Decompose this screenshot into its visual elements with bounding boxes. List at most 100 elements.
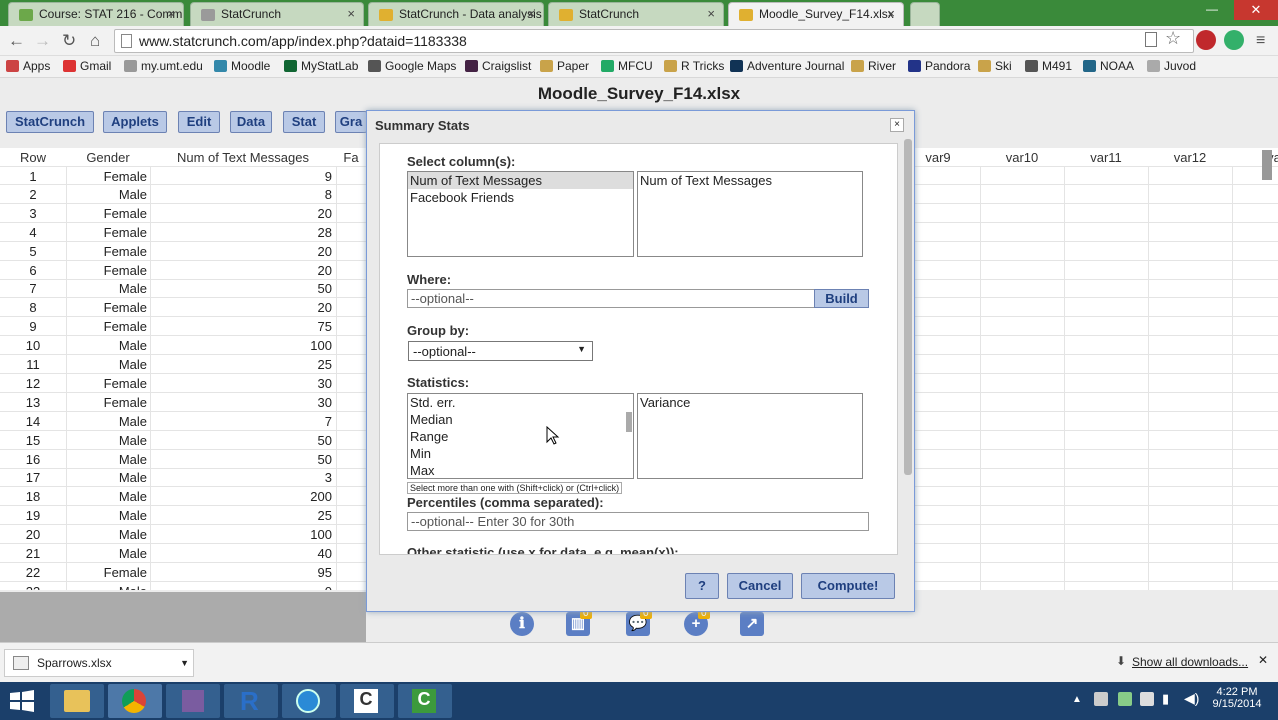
extension-icon[interactable] xyxy=(1196,30,1216,50)
gender-cell[interactable]: Male xyxy=(66,489,150,504)
percentiles-input[interactable]: --optional-- Enter 30 for 30th xyxy=(407,512,869,531)
bookmark-item[interactable]: Ski xyxy=(978,59,1012,73)
gender-cell[interactable]: Male xyxy=(66,433,150,448)
bookmark-item[interactable]: Adventure Journal xyxy=(730,59,844,73)
gender-cell[interactable]: Female xyxy=(66,244,150,259)
statistics-options-list[interactable]: Std. err. Median Range Min Max xyxy=(407,393,634,479)
star-icon[interactable]: ☆ xyxy=(1165,28,1181,49)
window-close-button[interactable]: ✕ xyxy=(1234,0,1278,20)
reload-icon[interactable]: ↻ xyxy=(62,31,76,51)
text-messages-cell[interactable]: 20 xyxy=(150,206,336,221)
menu-button[interactable]: Gra xyxy=(335,111,367,133)
text-messages-cell[interactable]: 100 xyxy=(150,527,336,542)
list-item[interactable]: Std. err. xyxy=(408,394,633,411)
gender-cell[interactable]: Male xyxy=(66,508,150,523)
gender-cell[interactable]: Female xyxy=(66,263,150,278)
tab-close-icon[interactable]: × xyxy=(347,6,355,21)
bookmark-item[interactable]: Moodle xyxy=(214,59,270,73)
tab-close-icon[interactable]: × xyxy=(887,6,895,21)
list-item[interactable]: Facebook Friends xyxy=(408,189,633,206)
list-item[interactable]: Num of Text Messages xyxy=(638,172,862,189)
camtasia-recorder-taskbar-button[interactable]: C xyxy=(398,684,452,718)
gender-cell[interactable]: Male xyxy=(66,470,150,485)
tab-close-icon[interactable]: × xyxy=(707,6,715,21)
text-messages-cell[interactable]: 200 xyxy=(150,489,336,504)
available-columns-list[interactable]: Num of Text Messages Facebook Friends xyxy=(407,171,634,257)
chevron-down-icon[interactable]: ▼ xyxy=(180,650,189,676)
build-button[interactable]: Build xyxy=(814,289,869,308)
home-icon[interactable]: ⌂ xyxy=(90,31,100,51)
menu-button[interactable]: Data xyxy=(230,111,272,133)
network-icon[interactable]: ▮ xyxy=(1162,691,1169,707)
text-messages-cell[interactable]: 25 xyxy=(150,357,336,372)
text-messages-cell[interactable]: 20 xyxy=(150,263,336,278)
gender-cell[interactable]: Male xyxy=(66,338,150,353)
browser-tab[interactable]: StatCrunch × xyxy=(548,2,724,26)
reader-icon[interactable] xyxy=(1145,32,1157,47)
gender-cell[interactable]: Female xyxy=(66,395,150,410)
text-messages-cell[interactable]: 50 xyxy=(150,281,336,296)
column-header[interactable]: Row xyxy=(0,150,66,165)
selected-columns-list[interactable]: Num of Text Messages xyxy=(637,171,863,257)
text-messages-cell[interactable]: 30 xyxy=(150,395,336,410)
column-header[interactable]: var11 xyxy=(1064,150,1148,165)
bookmark-item[interactable]: my.umt.edu xyxy=(124,59,203,73)
column-header[interactable]: var12 xyxy=(1148,150,1232,165)
visual-studio-taskbar-button[interactable] xyxy=(166,684,220,718)
clock[interactable]: 4:22 PM 9/15/2014 xyxy=(1206,686,1268,710)
list-item[interactable]: Range xyxy=(408,428,633,445)
bookmark-item[interactable]: NOAA xyxy=(1083,59,1134,73)
tray-icon-1[interactable] xyxy=(1094,692,1108,706)
camtasia-taskbar-button[interactable]: C xyxy=(340,684,394,718)
app-taskbar-button[interactable] xyxy=(282,684,336,718)
text-messages-cell[interactable]: 20 xyxy=(150,300,336,315)
gender-cell[interactable]: Male xyxy=(66,584,150,590)
text-messages-cell[interactable]: 28 xyxy=(150,225,336,240)
browser-tab[interactable]: Course: STAT 216 - Comm × xyxy=(8,2,184,26)
column-header[interactable]: var10 xyxy=(980,150,1064,165)
menu-button[interactable]: StatCrunch xyxy=(6,111,94,133)
text-messages-cell[interactable]: 50 xyxy=(150,433,336,448)
gender-cell[interactable]: Female xyxy=(66,225,150,240)
chrome-taskbar-button[interactable] xyxy=(108,684,162,718)
text-messages-cell[interactable]: 9 xyxy=(150,169,336,184)
add-icon[interactable]: +0 xyxy=(684,608,710,636)
bookmark-item[interactable]: M491 xyxy=(1025,59,1072,73)
bookmark-item[interactable]: Craigslist xyxy=(465,59,531,73)
text-messages-cell[interactable]: 0 xyxy=(150,584,336,590)
url-text[interactable]: www.statcrunch.com/app/index.php?dataid=… xyxy=(139,33,467,49)
text-messages-cell[interactable]: 100 xyxy=(150,338,336,353)
bookmark-item[interactable]: Google Maps xyxy=(368,59,456,73)
text-messages-cell[interactable]: 7 xyxy=(150,414,336,429)
browser-tab[interactable]: Moodle_Survey_F14.xlsx × xyxy=(728,2,904,26)
list-item[interactable]: Min xyxy=(408,445,633,462)
menu-button[interactable]: Edit xyxy=(178,111,220,133)
gender-cell[interactable]: Male xyxy=(66,527,150,542)
forward-icon[interactable]: → xyxy=(34,31,51,51)
browser-tab[interactable]: StatCrunch - Data analysis × xyxy=(368,2,544,26)
grid-scrollbar[interactable] xyxy=(1262,150,1272,180)
menu-button[interactable]: Applets xyxy=(103,111,167,133)
explorer-taskbar-button[interactable] xyxy=(50,684,104,718)
bookmark-item[interactable]: MyStatLab xyxy=(284,59,358,73)
tray-expand-icon[interactable]: ▲ xyxy=(1072,694,1082,705)
bookmark-item[interactable]: Pandora xyxy=(908,59,970,73)
menu-button[interactable]: Stat xyxy=(283,111,325,133)
tray-icon-2[interactable] xyxy=(1118,692,1132,706)
bookmark-item[interactable]: Gmail xyxy=(63,59,111,73)
gender-cell[interactable]: Male xyxy=(66,452,150,467)
bookmark-item[interactable]: Apps xyxy=(6,59,50,73)
start-icon[interactable] xyxy=(10,690,34,712)
address-bar[interactable]: www.statcrunch.com/app/index.php?dataid=… xyxy=(114,29,1194,53)
text-messages-cell[interactable]: 30 xyxy=(150,376,336,391)
text-messages-cell[interactable]: 75 xyxy=(150,319,336,334)
info-icon[interactable]: ℹ xyxy=(510,612,536,636)
download-item[interactable]: Sparrows.xlsx ▼ xyxy=(4,649,194,677)
text-messages-cell[interactable]: 40 xyxy=(150,546,336,561)
compute-button[interactable]: Compute! xyxy=(801,573,895,599)
text-messages-cell[interactable]: 50 xyxy=(150,452,336,467)
bookmark-item[interactable]: River xyxy=(851,59,896,73)
gender-cell[interactable]: Male xyxy=(66,187,150,202)
gender-cell[interactable]: Female xyxy=(66,300,150,315)
column-header[interactable]: Num of Text Messages xyxy=(150,150,336,165)
